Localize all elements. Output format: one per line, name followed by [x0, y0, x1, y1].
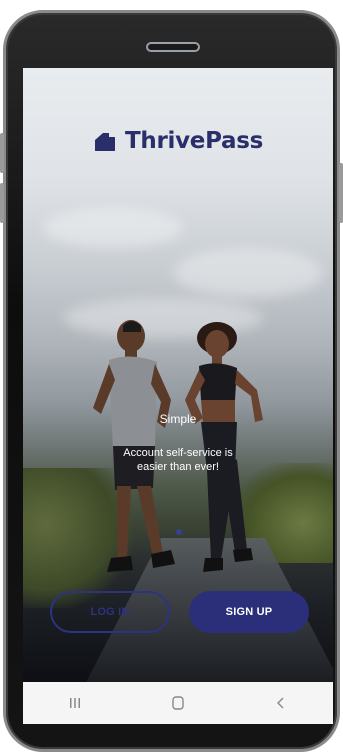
background-cloud — [173, 248, 323, 298]
logo-mark-icon — [94, 133, 115, 151]
login-button-label: LOG IN — [90, 606, 130, 618]
recent-apps-icon[interactable] — [65, 693, 85, 713]
signup-button[interactable]: SIGN UP — [189, 591, 309, 633]
side-button — [0, 133, 4, 173]
app-screen: ThrivePass Simple Account self-service i… — [23, 68, 333, 682]
login-button[interactable]: LOG IN — [50, 591, 170, 633]
slide-description: Account self-service is easier than ever… — [123, 447, 233, 473]
slide-title: Simple — [159, 412, 197, 426]
back-icon — [277, 697, 284, 709]
brand-name: ThrivePass — [124, 128, 264, 154]
home-icon[interactable] — [168, 693, 188, 713]
home-icon — [172, 696, 184, 710]
page-indicator — [176, 529, 182, 535]
brand-logo: ThrivePass — [23, 128, 333, 154]
back-icon[interactable] — [271, 693, 291, 713]
recent-apps-icon — [69, 698, 80, 708]
earpiece-speaker — [146, 42, 200, 52]
side-button — [0, 183, 4, 223]
page-dot-active[interactable] — [176, 529, 182, 535]
background-cloud — [43, 208, 183, 248]
signup-button-label: SIGN UP — [225, 606, 273, 618]
side-button — [339, 163, 343, 223]
system-navigation-bar — [23, 682, 333, 724]
